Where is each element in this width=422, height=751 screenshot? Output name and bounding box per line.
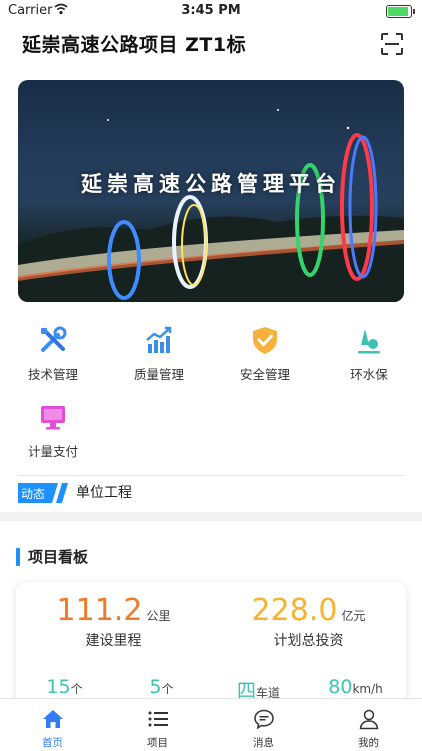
menu-item-quality[interactable]: 质量管理: [106, 325, 212, 383]
list-icon: [148, 711, 168, 727]
tab-label: 消息: [253, 737, 274, 749]
tree-icon: [358, 329, 380, 354]
menu-item-safety[interactable]: 安全管理: [212, 325, 318, 383]
battery-icon: [386, 5, 415, 18]
metric-investment: 228.0 亿元 计划总投资: [211, 594, 406, 650]
status-bar: Carrier 3:45 PM: [0, 0, 422, 22]
tab-label: 首页: [42, 737, 63, 749]
metric-caption: 计划总投资: [273, 633, 344, 649]
metric-mileage: 111.2 公里 建设里程: [16, 594, 211, 650]
tab-label: 项目: [147, 737, 168, 749]
menu-label: 计量支付: [27, 444, 78, 459]
stat-item: 5个: [113, 676, 210, 698]
tab-home[interactable]: 首页: [0, 699, 105, 751]
user-icon: [359, 709, 378, 730]
monitor-icon: [41, 406, 65, 430]
divider: [18, 475, 404, 476]
stat-item: 80km/h: [307, 676, 404, 698]
menu-label: 技术管理: [27, 367, 78, 382]
bottom-tab-bar: 首页 项目 消息 我的: [0, 698, 422, 751]
page-title: 延崇高速公路项目 ZT1标: [22, 34, 247, 56]
banner-title: 延崇高速公路管理平台: [81, 171, 341, 196]
stat-value: 5: [149, 676, 162, 698]
tools-icon: [41, 326, 67, 352]
shield-check-icon: [253, 327, 277, 354]
metric-value: 228.0: [251, 593, 338, 628]
metric-value: 111.2: [56, 593, 143, 628]
metric-unit: 公里: [146, 609, 171, 623]
message-icon: [253, 709, 274, 730]
stat-unit: km/h: [352, 682, 383, 696]
clock: 3:45 PM: [181, 3, 241, 18]
stat-item: 15个: [16, 676, 113, 698]
tab-profile[interactable]: 我的: [316, 699, 421, 751]
stat-unit: 个: [161, 682, 174, 696]
news-tag: 动态: [18, 483, 76, 503]
banner-image[interactable]: 延崇高速公路管理平台: [18, 80, 404, 302]
section-marker: [16, 548, 20, 566]
menu-label: 质量管理: [133, 367, 184, 382]
stat-value: 15: [46, 676, 71, 698]
section-separator: [0, 512, 422, 521]
menu-label: 安全管理: [239, 367, 290, 382]
tab-messages[interactable]: 消息: [211, 699, 316, 751]
app-header: 延崇高速公路项目 ZT1标: [22, 30, 404, 60]
home-icon: [42, 710, 63, 728]
menu-item-environment[interactable]: 环水保: [316, 325, 422, 383]
tab-project[interactable]: 项目: [105, 699, 210, 751]
stat-unit: 个: [70, 682, 83, 696]
menu-item-payment[interactable]: 计量支付: [0, 402, 106, 460]
metric-caption: 建设里程: [85, 633, 142, 649]
chart-up-icon: [146, 326, 172, 353]
news-tag-label: 动态: [21, 487, 46, 501]
tab-label: 我的: [358, 737, 379, 749]
metric-unit: 亿元: [341, 609, 366, 623]
menu-item-tech[interactable]: 技术管理: [0, 325, 106, 383]
stat-value: 80: [328, 676, 353, 698]
news-text: 单位工程: [76, 485, 132, 501]
section-title: 项目看板: [28, 548, 89, 566]
menu-label: 环水保: [350, 367, 388, 382]
scan-icon[interactable]: [380, 32, 404, 56]
